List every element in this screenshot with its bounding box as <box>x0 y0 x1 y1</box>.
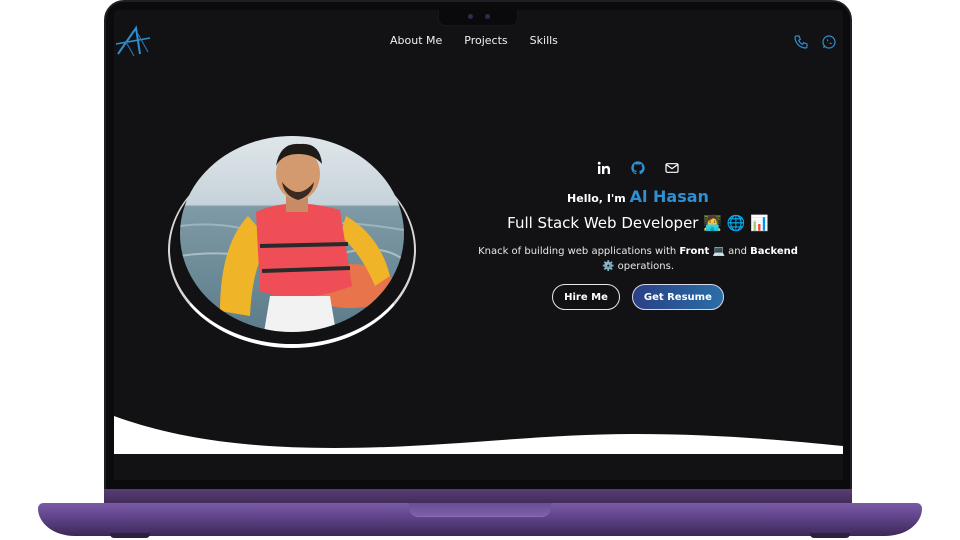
github-icon[interactable] <box>630 160 646 176</box>
nav-link-about-me[interactable]: About Me <box>390 34 442 47</box>
monogram-a-logo[interactable] <box>114 24 154 60</box>
gear-emoji: ⚙️ <box>601 261 615 272</box>
hire-me-button[interactable]: Hire Me <box>552 284 620 310</box>
desc-backend-label: Backend <box>750 246 798 257</box>
hero-section: Hello, I'm Al Hasan Full Stack Web Devel… <box>464 160 843 310</box>
contact-icons <box>793 34 837 50</box>
desc-text-start: Knack of building web applications with <box>478 246 677 257</box>
nav-link-skills[interactable]: Skills <box>530 34 558 47</box>
role-title: Full Stack Web Developer <box>507 214 699 232</box>
mail-icon[interactable] <box>664 160 680 176</box>
greeting-line: Hello, I'm Al Hasan <box>412 187 843 206</box>
nav-link-projects[interactable]: Projects <box>464 34 507 47</box>
role-emojis: 🧑‍💻 🌐 📊 <box>703 214 769 232</box>
cta-buttons: Hire Me Get Resume <box>412 284 843 310</box>
hero-description: Knack of building web applications with … <box>412 244 843 274</box>
get-resume-button[interactable]: Get Resume <box>631 284 724 310</box>
website-screen: About Me Projects Skills Hello, I'm Al H… <box>114 10 843 480</box>
social-links <box>412 160 843 176</box>
laptop-foot <box>810 533 850 538</box>
role-line: Full Stack Web Developer 🧑‍💻 🌐 📊 <box>412 214 843 232</box>
camera-dot <box>468 14 473 19</box>
camera-dot <box>485 14 490 19</box>
phone-icon[interactable] <box>793 34 809 50</box>
laptop-foot <box>110 533 150 538</box>
desc-and: and <box>728 246 747 257</box>
laptop-opening-notch <box>409 503 551 517</box>
laptop-emoji: 💻 <box>712 246 725 257</box>
wave-divider <box>114 416 843 480</box>
hero-name: Al Hasan <box>629 187 709 206</box>
greeting-text: Hello, I'm <box>567 192 626 205</box>
linkedin-icon[interactable] <box>596 160 612 176</box>
main-nav: About Me Projects Skills <box>390 34 558 47</box>
profile-photo <box>180 136 404 332</box>
desc-front-label: Front <box>679 246 710 257</box>
desc-text-end: operations. <box>617 261 675 272</box>
camera-notch <box>438 10 518 26</box>
whatsapp-icon[interactable] <box>821 34 837 50</box>
